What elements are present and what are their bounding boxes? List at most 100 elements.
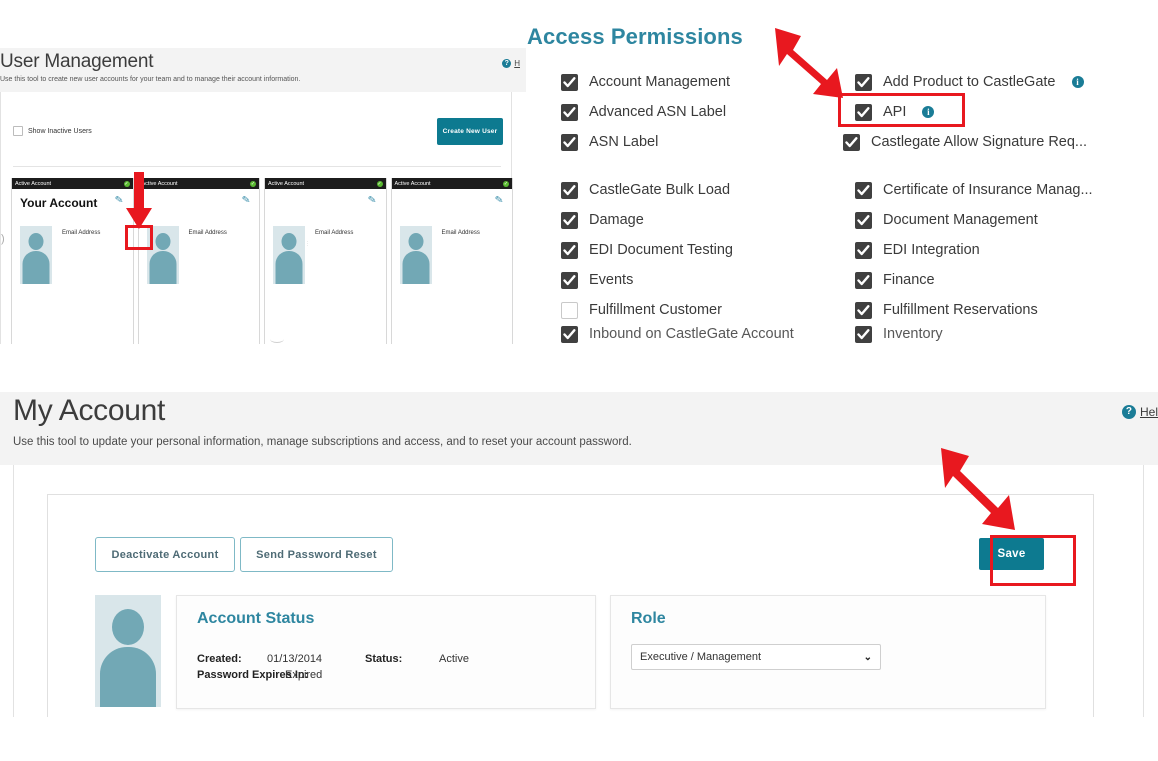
role-card: Role Executive / Management ⌄ [610,595,1046,709]
info-icon[interactable]: i [1071,76,1084,88]
user-management-body: Show Inactive Users Create New User Acti… [0,92,513,344]
user-management-screenshot: User Management Use this tool to create … [0,48,526,344]
access-permissions-title: Access Permissions [527,24,743,49]
pencil-edit-icon[interactable]: ✎ [241,194,251,206]
permission-label: Fulfillment Reservations [883,302,1038,318]
pencil-edit-icon[interactable]: ✎ [367,194,377,206]
permission-row-asn-label[interactable]: ASN Label [561,127,861,157]
checkbox-checked-icon[interactable] [561,181,578,199]
permission-row-inbound-on-castlegate-account[interactable]: Inbound on CastleGate Account [561,325,861,343]
permission-label: Certificate of Insurance Manag... [883,182,1093,198]
permission-row-damage[interactable]: Damage [561,205,861,235]
show-inactive-users-checkbox[interactable]: Show Inactive Users [13,126,92,136]
role-selected-value: Executive / Management [640,651,762,663]
checkbox-checked-icon[interactable] [561,73,578,91]
checkbox-checked-icon[interactable] [855,241,872,259]
permission-row-document-management[interactable]: Document Management [855,205,1158,235]
user-card-header: Active Account ✓ [12,178,133,189]
checkbox-checked-icon[interactable] [561,133,578,151]
created-value: 01/13/2014 [267,653,323,665]
permission-label: Account Management [589,74,731,90]
permission-label: Inbound on CastleGate Account [589,326,794,342]
role-title: Role [631,610,666,627]
loading-dots: ⋮ [305,241,310,247]
permission-row-finance[interactable]: Finance [855,265,1158,295]
permission-label: Fulfillment Customer [589,302,722,318]
permission-label: Events [589,272,634,288]
user-card[interactable]: Active Account ✓ Your Account ✎ Email Ad… [11,178,134,344]
checkbox-checked-icon[interactable] [561,271,578,289]
chevron-down-icon: ⌄ [863,651,872,663]
checkbox-checked-icon[interactable] [843,133,860,151]
create-new-user-button[interactable]: Create New User [437,118,503,145]
email-address-label: Email Address [315,230,354,236]
checkbox-box [13,126,23,136]
checkbox-checked-icon[interactable] [855,211,872,229]
page-title: User Management [0,51,154,72]
status-label: Status: [365,653,403,665]
green-check-circle-icon: ✓ [250,180,256,187]
password-expires-value: Expired [285,669,323,681]
user-management-toolbar: Show Inactive Users Create New User [1,114,513,160]
permission-label: EDI Document Testing [589,242,733,258]
status-value: Active [439,653,469,665]
permission-row-events[interactable]: Events [561,265,861,295]
arrow-to-save-button [941,448,1015,530]
user-cards-list: Active Account ✓ Your Account ✎ Email Ad… [11,178,513,344]
checkbox-checked-icon[interactable] [561,325,578,343]
page-subtitle: Use this tool to create new user account… [0,76,301,83]
permission-row-edi-integration[interactable]: EDI Integration [855,235,1158,265]
permission-label: Advanced ASN Label [589,104,727,120]
send-password-reset-button[interactable]: Send Password Reset [240,537,393,572]
user-avatar-icon [399,226,432,284]
help-link-label: Hel [1139,405,1158,419]
pencil-edit-icon[interactable]: ✎ [494,194,504,206]
question-circle-icon: ? [502,59,512,68]
checkbox-checked-icon[interactable] [855,271,872,289]
user-management-header: User Management Use this tool to create … [0,48,526,92]
page-subtitle: Use this tool to update your personal in… [13,436,632,448]
user-avatar-icon [20,226,52,284]
permission-row-castlegate-allow-signature-req[interactable]: Castlegate Allow Signature Req... [843,127,1158,157]
permission-row-inventory[interactable]: Inventory [855,325,1158,343]
pencil-edit-icon[interactable]: ✎ [114,194,124,206]
deactivate-account-button[interactable]: Deactivate Account [95,537,235,572]
checkbox-checked-icon[interactable] [561,211,578,229]
permission-row-fulfillment-customer[interactable]: Fulfillment Customer [561,295,861,325]
checkbox-checked-icon[interactable] [561,241,578,259]
question-circle-icon: ? [1121,405,1136,419]
decorative-arc-bottom [270,335,284,343]
section-divider [13,166,501,167]
permission-row-fulfillment-reservations[interactable]: Fulfillment Reservations [855,295,1158,325]
permission-label: Add Product to CastleGate [883,74,1056,90]
help-link[interactable]: ? Hel [1121,405,1158,419]
user-card[interactable]: Active Account ✓ ✎ Email Address ⋮ [264,178,387,344]
arrow-to-edit-pencil [126,172,152,229]
arrow-to-api-permission [775,28,843,98]
permission-label: Finance [883,272,935,288]
checkbox-checked-icon[interactable] [855,181,872,199]
permission-label: Inventory [883,326,943,342]
created-label: Created: [197,653,242,665]
checkbox-unchecked-icon[interactable] [561,301,578,319]
permissions-left-column: Account Management Advanced ASN Label AS… [561,67,861,343]
user-card[interactable]: Active Account ✓ ✎ Email Address [390,178,513,344]
email-address-label: Email Address [188,230,227,236]
status-badge: Active Account [268,180,305,187]
status-badge: Active Account [15,180,52,187]
help-link[interactable]: ? H [502,59,520,68]
permission-label: Document Management [883,212,1038,228]
email-address-label: Email Address [441,230,480,236]
user-card-header: Active Account ✓ [265,178,386,189]
role-select[interactable]: Executive / Management ⌄ [631,644,881,670]
permission-label: CastleGate Bulk Load [589,182,731,198]
checkbox-checked-icon[interactable] [561,103,578,121]
permission-row-edi-document-testing[interactable]: EDI Document Testing [561,235,861,265]
permission-row-castlegate-bulk-load[interactable]: CastleGate Bulk Load [561,175,861,205]
permission-row-certificate-of-insurance-manag[interactable]: Certificate of Insurance Manag... [855,175,1158,205]
status-badge: Active Account [394,180,431,187]
permission-label: EDI Integration [883,242,980,258]
checkbox-checked-icon[interactable] [855,325,872,343]
checkbox-checked-icon[interactable] [855,301,872,319]
help-link-label: H [514,59,520,68]
